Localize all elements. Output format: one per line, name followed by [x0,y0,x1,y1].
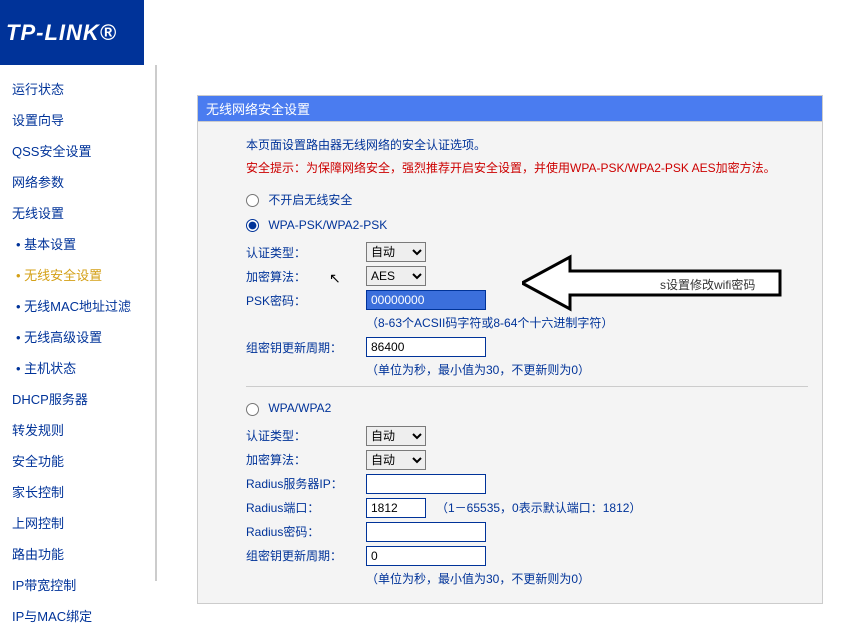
nav-routing[interactable]: 路由功能 [0,538,155,569]
main-content: 无线网络安全设置 本页面设置路由器无线网络的安全认证选项。 安全提示：为保障网络… [157,65,841,581]
nav-qss-security[interactable]: QSS安全设置 [0,135,155,166]
security-warning-text: 安全提示：为保障网络安全，强烈推荐开启安全设置，并使用WPA-PSK/WPA2-… [246,159,808,177]
auth-type-label: 认证类型： [246,244,366,261]
nav-setup-wizard[interactable]: 设置向导 [0,104,155,135]
radius-port-input[interactable] [366,498,426,518]
radius-pwd-label: Radius密码： [246,523,366,540]
sidebar-nav: 运行状态 设置向导 QSS安全设置 网络参数 无线设置 基本设置 无线安全设置 … [0,65,155,581]
wpa-auth-type-label: 认证类型： [246,427,366,444]
radio-row-disable-security: 不开启无线安全 [246,191,808,208]
group-rekey-label: 组密钥更新周期： [246,339,366,356]
nav-ip-bandwidth[interactable]: IP带宽控制 [0,569,155,600]
wpa-encryption-select[interactable]: 自动 [366,450,426,470]
radio-wpa-psk-label: WPA-PSK/WPA2-PSK [268,218,387,232]
wpa-encryption-label: 加密算法： [246,451,366,468]
nav-wireless-mac-filter[interactable]: 无线MAC地址过滤 [0,290,155,321]
radio-wpa-label: WPA/WPA2 [268,401,331,415]
panel-intro-text: 本页面设置路由器无线网络的安全认证选项。 [246,136,808,153]
radius-port-label: Radius端口： [246,499,366,516]
encryption-label: 加密算法： [246,268,366,285]
nav-internet-control[interactable]: 上网控制 [0,507,155,538]
nav-ip-mac-binding[interactable]: IP与MAC绑定 [0,600,155,631]
wpa-group-rekey-label: 组密钥更新周期： [246,547,366,564]
radius-ip-input[interactable] [366,474,486,494]
nav-wireless-basic[interactable]: 基本设置 [0,228,155,259]
nav-host-status[interactable]: 主机状态 [0,352,155,383]
psk-hint-text: （8-63个ACSII码字符或8-64个十六进制字符） [366,314,808,331]
nav-dhcp-server[interactable]: DHCP服务器 [0,383,155,414]
radio-wpa-psk[interactable] [246,219,259,232]
psk-password-label: PSK密码： [246,292,366,309]
radio-row-wpa: WPA/WPA2 [246,401,808,415]
nav-network-params[interactable]: 网络参数 [0,166,155,197]
panel-title: 无线网络安全设置 [198,96,822,122]
radio-disable-security[interactable] [246,194,259,207]
radius-ip-label: Radius服务器IP： [246,475,366,492]
radio-wpa[interactable] [246,403,259,416]
brand-logo: TP-LINK® [6,20,117,46]
nav-wireless-security[interactable]: 无线安全设置 [0,259,155,290]
nav-security-features[interactable]: 安全功能 [0,445,155,476]
nav-forwarding-rules[interactable]: 转发规则 [0,414,155,445]
nav-wireless-settings[interactable]: 无线设置 [0,197,155,228]
radio-row-wpa-psk: WPA-PSK/WPA2-PSK [246,218,808,232]
wpa-group-rekey-input[interactable] [366,546,486,566]
group-rekey-input[interactable] [366,337,486,357]
nav-running-status[interactable]: 运行状态 [0,73,155,104]
nav-parental-control[interactable]: 家长控制 [0,476,155,507]
section-divider [246,386,808,387]
psk-password-input[interactable] [366,290,486,310]
nav-wireless-advanced[interactable]: 无线高级设置 [0,321,155,352]
wireless-security-panel: 无线网络安全设置 本页面设置路由器无线网络的安全认证选项。 安全提示：为保障网络… [197,95,823,604]
encryption-select[interactable]: AES [366,266,426,286]
app-header: TP-LINK® [0,0,144,65]
radius-pwd-input[interactable] [366,522,486,542]
group-rekey-hint: （单位为秒，最小值为30，不更新则为0） [366,361,808,378]
auth-type-select[interactable]: 自动 [366,242,426,262]
wpa-auth-type-select[interactable]: 自动 [366,426,426,446]
radio-disable-security-label: 不开启无线安全 [268,193,352,207]
wpa-group-rekey-hint: （单位为秒，最小值为30，不更新则为0） [366,570,808,587]
radius-port-hint: （1－65535，0表示默认端口：1812） [436,499,641,516]
